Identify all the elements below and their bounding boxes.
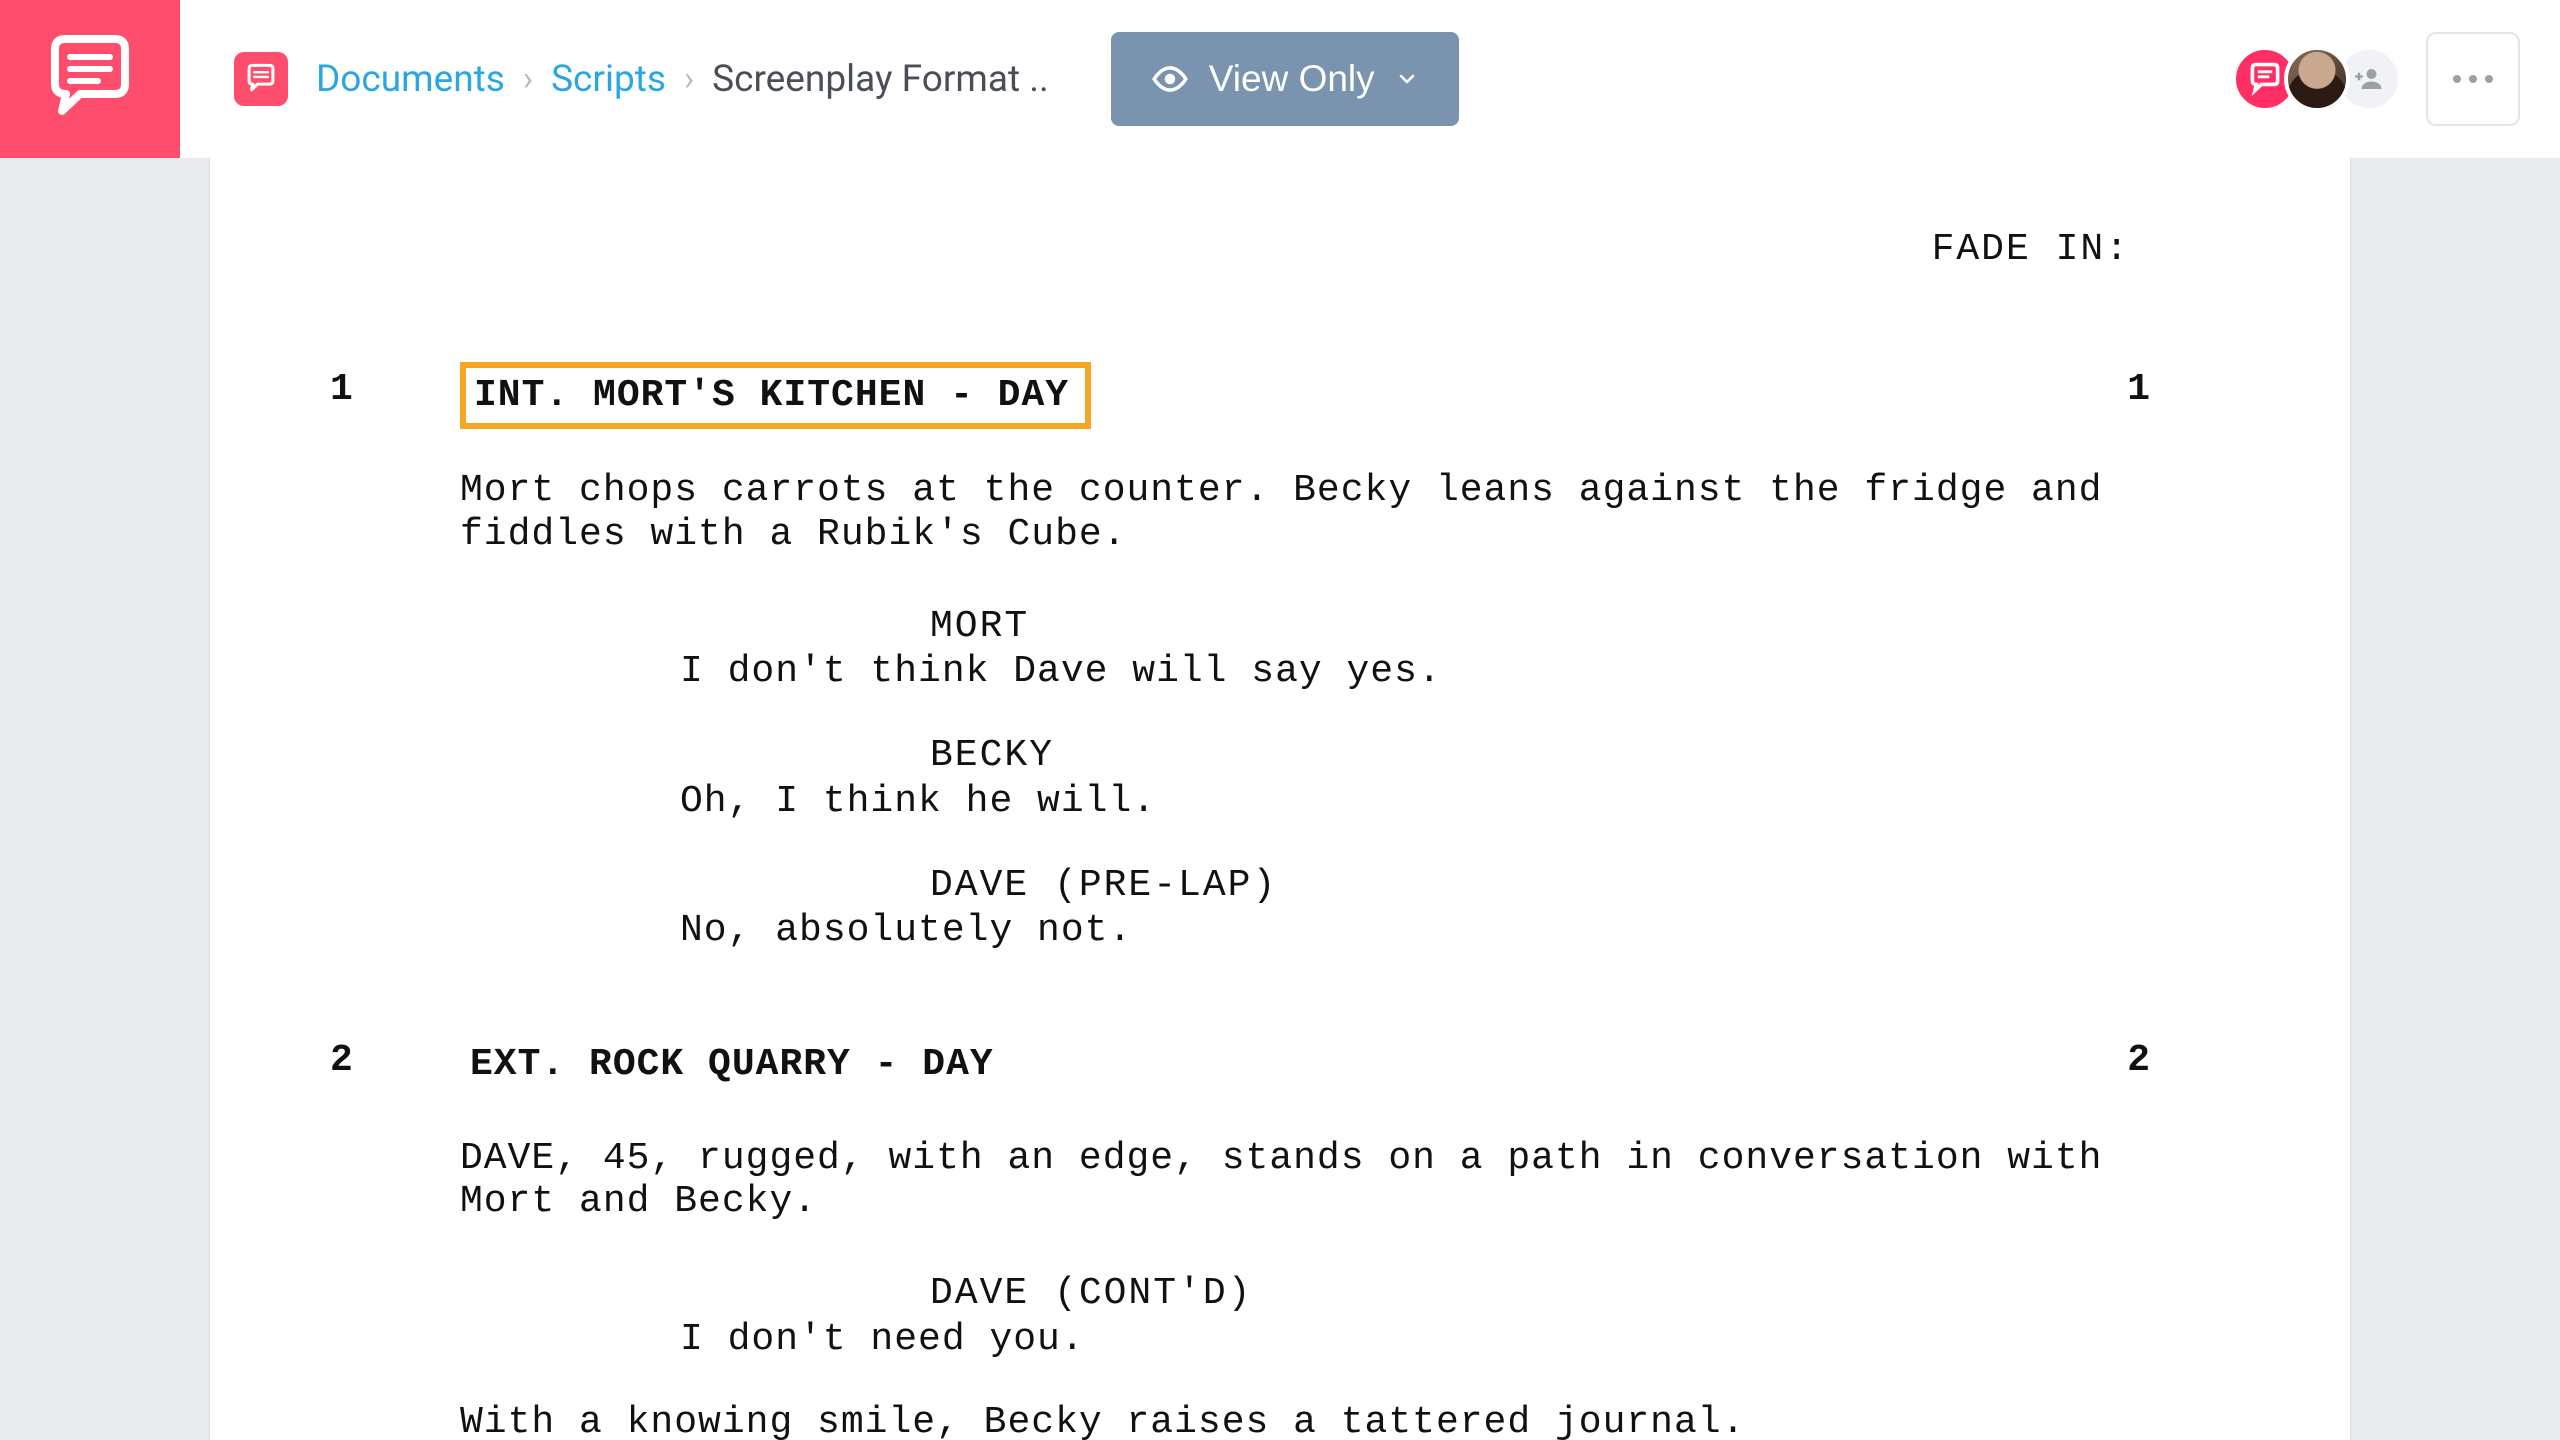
chevron-right-icon: › — [684, 59, 694, 99]
workspace: FADE IN: 1 INT. MORT'S KITCHEN - DAY 1 M… — [0, 158, 2560, 1440]
action-text: Mort chops carrots at the counter. Becky… — [210, 469, 2350, 556]
collaborator-avatars — [2246, 46, 2402, 112]
speech-bubble-icon — [40, 29, 140, 129]
dialogue-block: MORT I don't think Dave will say yes. — [210, 605, 2350, 694]
chevron-down-icon — [1395, 67, 1419, 91]
character-name: BECKY — [210, 734, 2350, 778]
person-add-icon — [2354, 64, 2384, 94]
scene-number-left: 2 — [330, 1033, 460, 1083]
dialogue-block: DAVE (CONT'D) I don't need you. — [210, 1272, 2350, 1361]
top-bar: Documents › Scripts › Screenplay Format … — [0, 0, 2560, 158]
action-text: With a knowing smile, Becky raises a tat… — [210, 1401, 2350, 1440]
breadcrumb-area: Documents › Scripts › Screenplay Format … — [234, 32, 1459, 126]
scene-row: 1 INT. MORT'S KITCHEN - DAY 1 — [210, 362, 2350, 430]
scene-number-left: 1 — [330, 362, 460, 412]
dialogue-line: No, absolutely not. — [210, 909, 2350, 953]
more-options-button[interactable] — [2426, 32, 2520, 126]
scene-heading[interactable]: INT. MORT'S KITCHEN - DAY — [460, 362, 1091, 430]
avatar-user[interactable] — [2284, 46, 2350, 112]
fade-in: FADE IN: — [210, 228, 2350, 272]
character-name: DAVE (PRE-LAP) — [210, 864, 2350, 908]
speech-bubble-icon — [2247, 61, 2283, 97]
action-text: DAVE, 45, rugged, with an edge, stands o… — [210, 1137, 2350, 1224]
dialogue-block: BECKY Oh, I think he will. — [210, 734, 2350, 823]
character-name: MORT — [210, 605, 2350, 649]
scene-row: 2 EXT. ROCK QUARRY - DAY 2 — [210, 1033, 2350, 1097]
dialogue-block: DAVE (PRE-LAP) No, absolutely not. — [210, 864, 2350, 953]
breadcrumb: Documents › Scripts › Screenplay Format … — [316, 58, 1049, 101]
script-page: FADE IN: 1 INT. MORT'S KITCHEN - DAY 1 M… — [210, 158, 2350, 1440]
scene-heading[interactable]: EXT. ROCK QUARRY - DAY — [460, 1033, 1012, 1097]
view-mode-label: View Only — [1209, 58, 1375, 100]
topbar-right — [2246, 0, 2520, 158]
character-name: DAVE (CONT'D) — [210, 1272, 2350, 1316]
app-root: Documents › Scripts › Screenplay Format … — [0, 0, 2560, 1440]
scene-number-right: 2 — [2090, 1033, 2150, 1083]
ellipsis-icon — [2453, 75, 2493, 83]
view-mode-button[interactable]: View Only — [1111, 32, 1459, 126]
brand-logo[interactable] — [0, 0, 180, 158]
breadcrumb-scripts[interactable]: Scripts — [551, 58, 666, 101]
mini-brand-button[interactable] — [234, 52, 288, 106]
chevron-right-icon: › — [523, 59, 533, 99]
scene-number-right: 1 — [2090, 362, 2150, 412]
breadcrumb-documents[interactable]: Documents — [316, 58, 505, 101]
dialogue-line: Oh, I think he will. — [210, 780, 2350, 824]
speech-bubble-icon — [244, 62, 278, 96]
eye-icon — [1151, 60, 1189, 98]
breadcrumb-current: Screenplay Format .. — [712, 58, 1049, 101]
dialogue-line: I don't think Dave will say yes. — [210, 650, 2350, 694]
dialogue-line: I don't need you. — [210, 1318, 2350, 1362]
